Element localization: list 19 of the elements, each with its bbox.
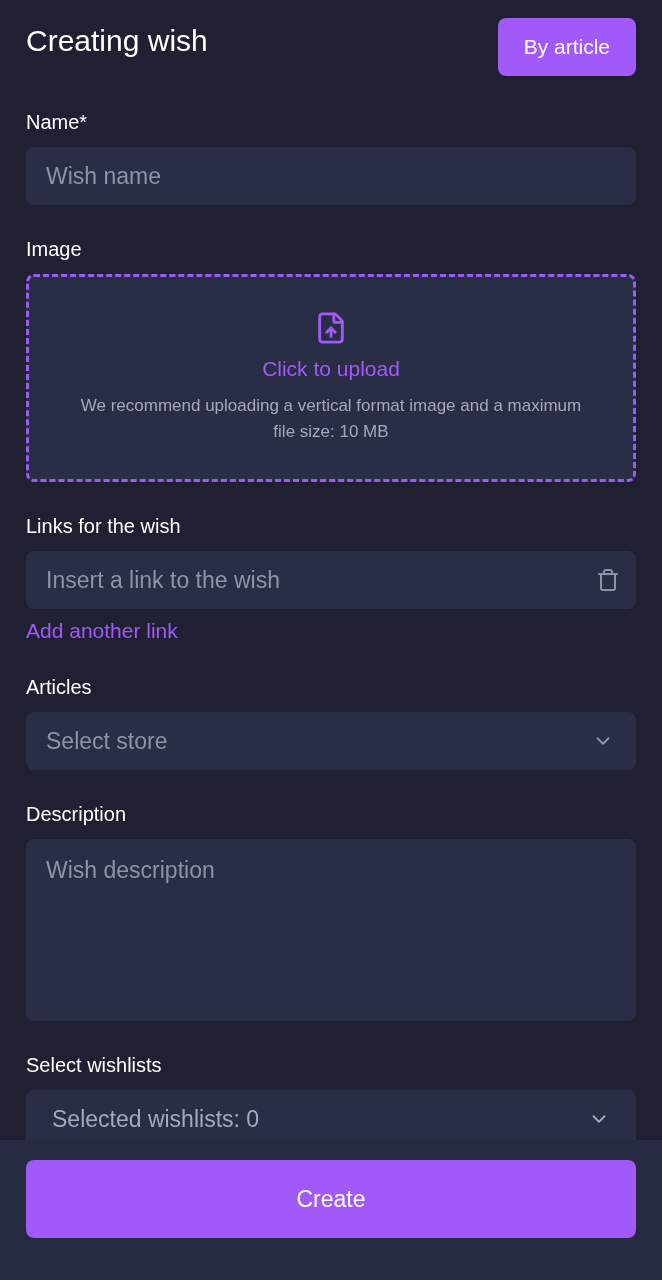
upload-dropzone[interactable]: Click to upload We recommend uploading a vertical format image and a maximum file size: 10 MB (26, 274, 636, 482)
page-title: Creating wish (26, 24, 208, 58)
trash-icon[interactable] (596, 568, 620, 592)
select-field[interactable]: Select store (26, 712, 636, 770)
add-link[interactable]: Add another link (26, 619, 178, 643)
link-field[interactable]: Insert a link to the wish (26, 551, 636, 609)
upload-link[interactable]: Click to upload (262, 357, 400, 381)
field-label: Name* (26, 110, 88, 134)
field-label: Image (26, 237, 82, 261)
field-label: Select wishlists (26, 1053, 162, 1077)
create-button[interactable]: Create (26, 1160, 636, 1238)
upload-hint: We recommend uploading a vertical format image and a maximum file size: 10 MB (79, 395, 583, 443)
description-field[interactable]: Wish description (26, 839, 636, 1021)
by-article-button[interactable]: By article (497, 18, 636, 76)
field-label: Description (26, 802, 127, 826)
field-label: Links for the wish (26, 514, 181, 538)
field-label: Articles (26, 675, 92, 699)
name-field[interactable]: Wish name (26, 147, 636, 205)
select-field[interactable]: Selected wishlists: 0 (26, 1090, 636, 1140)
